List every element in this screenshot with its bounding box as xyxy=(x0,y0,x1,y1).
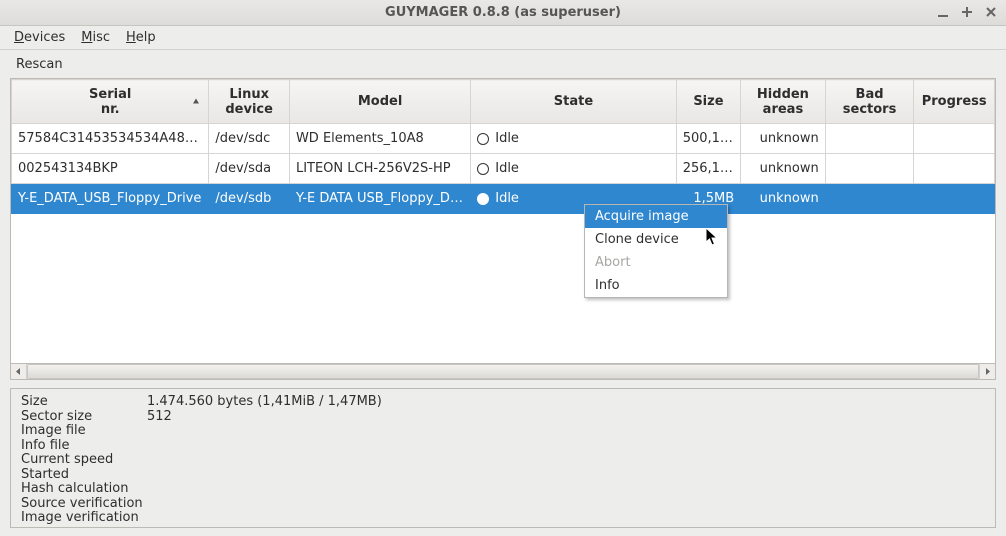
cell-bad xyxy=(825,184,914,214)
main-area: Serialnr. Linuxdevice Model State Size H… xyxy=(0,78,1006,536)
info-value-hash xyxy=(147,482,985,497)
minimize-button[interactable] xyxy=(934,3,952,21)
state-idle-icon xyxy=(477,163,489,175)
info-value-sector: 512 xyxy=(147,410,985,425)
scrollbar-track[interactable] xyxy=(27,364,979,379)
col-device[interactable]: Linuxdevice xyxy=(209,80,290,124)
cell-size: 500,1GB xyxy=(676,124,740,154)
info-label-imgver: Image verification xyxy=(21,511,141,526)
close-button[interactable] xyxy=(982,3,1000,21)
info-label-started: Started xyxy=(21,468,141,483)
state-idle-icon xyxy=(477,133,489,145)
cell-state: Idle xyxy=(471,154,676,184)
cell-state: Idle xyxy=(471,124,676,154)
titlebar: GUYMAGER 0.8.8 (as superuser) xyxy=(0,0,1006,26)
cell-device: /dev/sdb xyxy=(209,184,290,214)
col-serial[interactable]: Serialnr. xyxy=(12,80,209,124)
cell-serial: 002543134BKP xyxy=(12,154,209,184)
ctx-acquire-image[interactable]: Acquire image xyxy=(585,205,727,228)
cell-device: /dev/sda xyxy=(209,154,290,184)
table-row[interactable]: 002543134BKP /dev/sda LITEON LCH-256V2S-… xyxy=(12,154,995,184)
scrollbar-thumb[interactable] xyxy=(27,364,979,379)
info-value-imgver xyxy=(147,511,985,526)
info-label-sector: Sector size xyxy=(21,410,141,425)
info-value-infofile xyxy=(147,439,985,454)
state-idle-icon xyxy=(477,193,489,205)
info-label-size: Size xyxy=(21,395,141,410)
cell-bad xyxy=(825,124,914,154)
horizontal-scrollbar[interactable] xyxy=(10,364,996,380)
table-header-row: Serialnr. Linuxdevice Model State Size H… xyxy=(12,80,995,124)
info-value-srcver xyxy=(147,497,985,512)
ctx-clone-device[interactable]: Clone device xyxy=(585,228,727,251)
sort-asc-icon xyxy=(192,94,200,109)
info-label-speed: Current speed xyxy=(21,453,141,468)
col-size[interactable]: Size xyxy=(676,80,740,124)
menubar: Devices Misc Help xyxy=(0,26,1006,50)
col-bad[interactable]: Badsectors xyxy=(825,80,914,124)
cell-device: /dev/sdc xyxy=(209,124,290,154)
context-menu: Acquire image Clone device Abort Info xyxy=(584,204,728,298)
info-label-hash: Hash calculation xyxy=(21,482,141,497)
menu-misc[interactable]: Misc xyxy=(75,28,116,47)
info-label-imagefile: Image file xyxy=(21,424,141,439)
col-progress[interactable]: Progress xyxy=(914,80,995,124)
cell-size: 256,1GB xyxy=(676,154,740,184)
maximize-button[interactable] xyxy=(958,3,976,21)
col-model[interactable]: Model xyxy=(289,80,470,124)
cell-progress xyxy=(914,154,995,184)
info-value-imagefile xyxy=(147,424,985,439)
scroll-right-icon[interactable] xyxy=(979,364,995,379)
toolbar: Rescan xyxy=(0,50,1006,78)
ctx-info[interactable]: Info xyxy=(585,274,727,297)
info-value-speed xyxy=(147,453,985,468)
cell-model: Y-E DATA USB_Floppy_Drive xyxy=(289,184,470,214)
cell-bad xyxy=(825,154,914,184)
cell-progress xyxy=(914,184,995,214)
cell-serial: Y-E_DATA_USB_Floppy_Drive xyxy=(12,184,209,214)
device-table-wrap: Serialnr. Linuxdevice Model State Size H… xyxy=(10,78,996,364)
cell-hidden: unknown xyxy=(741,124,826,154)
col-state[interactable]: State xyxy=(471,80,676,124)
rescan-button[interactable]: Rescan xyxy=(6,54,73,75)
cell-model: WD Elements_10A8 xyxy=(289,124,470,154)
ctx-abort: Abort xyxy=(585,251,727,274)
info-label-srcver: Source verification xyxy=(21,497,141,512)
info-value-size: 1.474.560 bytes (1,41MiB / 1,47MB) xyxy=(147,395,985,410)
device-table[interactable]: Serialnr. Linuxdevice Model State Size H… xyxy=(11,79,995,214)
cell-serial: 57584C31453534534A484437 xyxy=(12,124,209,154)
cell-hidden: unknown xyxy=(741,184,826,214)
col-hidden[interactable]: Hiddenareas xyxy=(741,80,826,124)
info-label-infofile: Info file xyxy=(21,439,141,454)
table-row[interactable]: Y-E_DATA_USB_Floppy_Drive /dev/sdb Y-E D… xyxy=(12,184,995,214)
scroll-left-icon[interactable] xyxy=(11,364,27,379)
cell-hidden: unknown xyxy=(741,154,826,184)
table-row[interactable]: 57584C31453534534A484437 /dev/sdc WD Ele… xyxy=(12,124,995,154)
cell-progress xyxy=(914,124,995,154)
menu-help[interactable]: Help xyxy=(120,28,162,47)
info-panel: Size 1.474.560 bytes (1,41MiB / 1,47MB) … xyxy=(10,388,996,528)
cell-model: LITEON LCH-256V2S-HP xyxy=(289,154,470,184)
window-controls xyxy=(934,3,1000,21)
window-title: GUYMAGER 0.8.8 (as superuser) xyxy=(0,5,1006,20)
info-value-started xyxy=(147,468,985,483)
menu-devices[interactable]: Devices xyxy=(8,28,71,47)
